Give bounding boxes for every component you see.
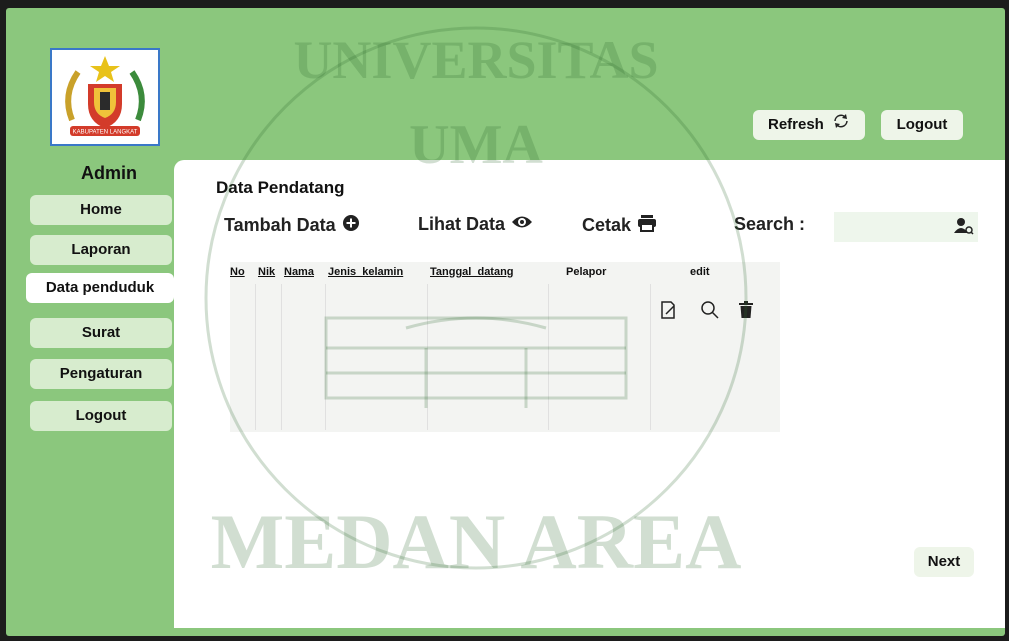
trash-icon[interactable] [738,300,754,325]
cetak-label: Cetak [582,215,632,235]
column-header-tanggal-datang: Tanggal_datang [430,266,514,278]
refresh-button[interactable]: Refresh [753,110,865,140]
user-search-icon[interactable] [954,216,974,241]
refresh-label: Refresh [767,116,824,133]
column-divider [255,284,256,430]
search-label: Search : [734,214,806,234]
kabupaten-langkat-logo: KABUPATEN LANGKAT [50,48,160,146]
data-table: No Nik Nama Jenis_kelamin Tanggal_datang… [230,262,780,432]
lihat-data-button[interactable]: Lihat Data [418,214,533,235]
sidebar-item-laporan[interactable]: Laporan [30,235,172,265]
column-header-pelapor: Pelapor [566,266,607,278]
logout-top-button[interactable]: Logout [881,110,963,140]
role-label: Admin [81,163,137,183]
sidebar-item-surat[interactable]: Surat [30,318,172,348]
sidebar-item-data-penduduk[interactable]: Data penduduk [26,273,174,303]
column-divider [427,284,428,430]
logo-text: KABUPATEN LANGKAT [73,130,138,136]
column-header-nik: Nik [258,266,276,278]
watermark-text-top: UNIVERSITAS [293,30,658,90]
edit-icon[interactable] [660,300,678,325]
column-header-nama: Nama [284,266,314,278]
column-header-edit: edit [690,266,710,278]
column-header-no: No [230,266,245,278]
next-button[interactable]: Next [914,547,974,577]
search-row-icon[interactable] [700,300,720,325]
main-panel: Data Pendatang Tambah Data Lihat Data Ce… [174,160,1005,628]
column-divider [325,284,326,430]
lihat-data-label: Lihat Data [418,214,506,234]
sidebar-item-home[interactable]: Home [30,195,172,225]
app-window: KABUPATEN LANGKAT Refresh Logout Admin H… [6,8,1005,636]
page-title: Data Pendatang [216,178,345,197]
column-header-jenis-kelamin: Jenis_kelamin [328,266,404,278]
eye-icon [511,214,533,235]
plus-circle-icon [342,214,360,237]
tambah-data-label: Tambah Data [224,215,336,235]
sidebar-item-logout[interactable]: Logout [30,401,172,431]
column-divider [548,284,549,430]
sidebar-item-pengaturan[interactable]: Pengaturan [30,359,172,389]
cetak-button[interactable]: Cetak [582,214,657,237]
printer-icon [637,214,657,237]
column-divider [281,284,282,430]
column-divider [650,284,651,430]
refresh-icon [832,110,850,140]
tambah-data-button[interactable]: Tambah Data [224,214,360,237]
